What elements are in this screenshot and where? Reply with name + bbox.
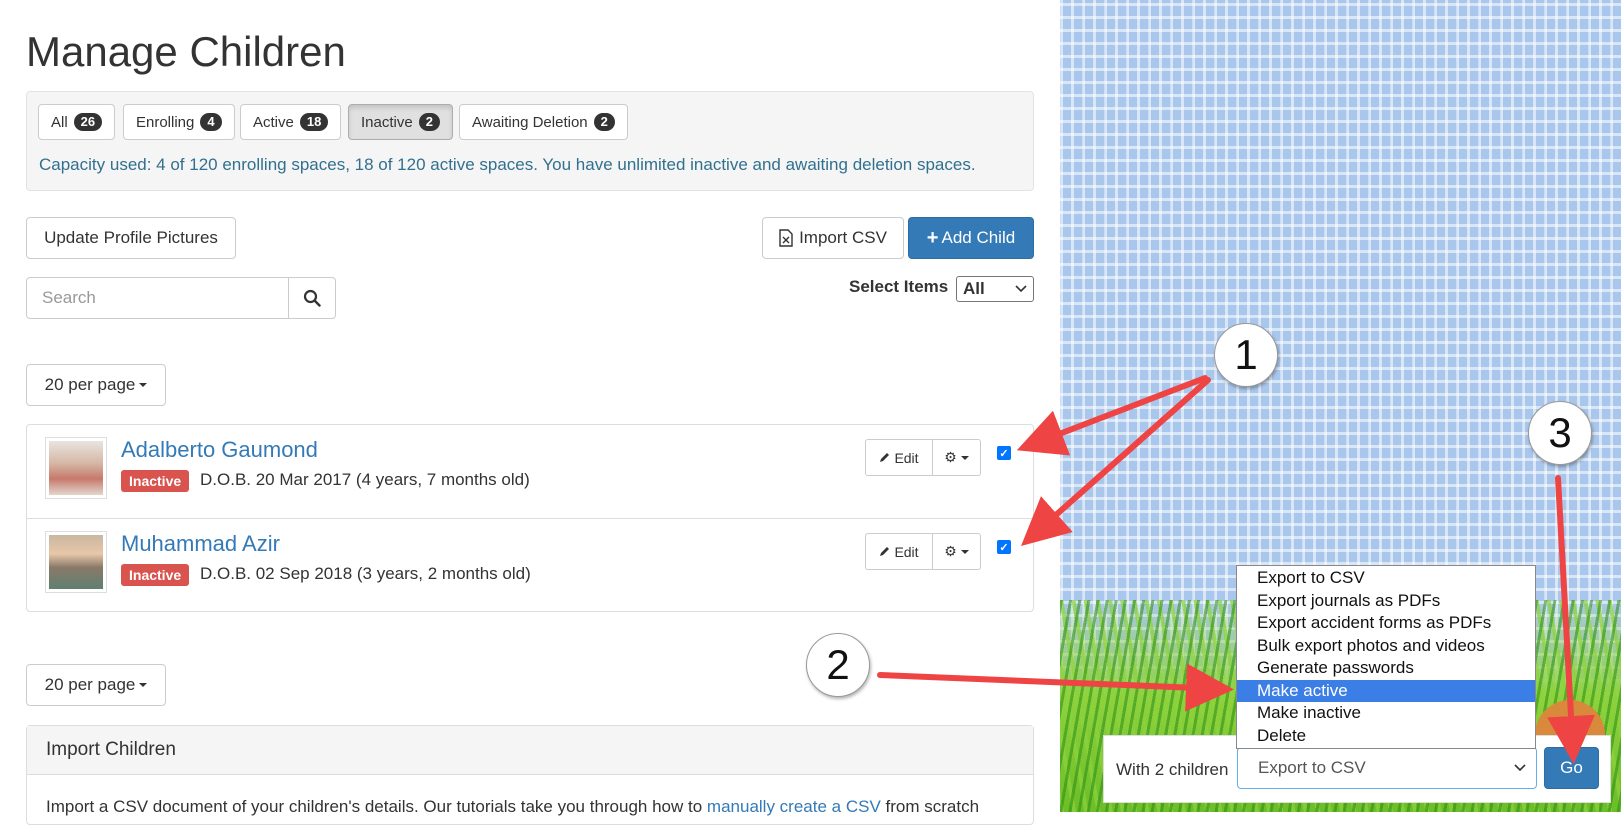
child-name-link[interactable]: Muhammad Azir — [121, 531, 280, 557]
per-page-dropdown-top[interactable]: 20 per page — [26, 364, 166, 406]
chevron-down-icon — [1514, 764, 1526, 772]
option-bulk-export-media[interactable]: Bulk export photos and videos — [1237, 635, 1535, 658]
tab-active[interactable]: Active 18 — [240, 104, 342, 140]
bulk-action-options: Export to CSV Export journals as PDFs Ex… — [1236, 565, 1536, 749]
selection-count-label: With 2 children — [1116, 760, 1229, 779]
option-make-inactive[interactable]: Make inactive — [1237, 702, 1535, 725]
select-value: All — [963, 279, 985, 298]
callout-2: 2 — [806, 633, 870, 697]
tab-label: Inactive — [361, 113, 413, 131]
option-make-active[interactable]: Make active — [1237, 679, 1535, 702]
tab-all[interactable]: All 26 — [38, 104, 116, 140]
children-list: Adalberto Gaumond Inactive D.O.B. 20 Mar… — [26, 424, 1034, 612]
gear-icon: ⚙ — [944, 449, 957, 465]
avatar — [45, 531, 107, 593]
select-checkbox[interactable]: ✓ — [997, 540, 1011, 554]
dob-text: D.O.B. 20 Mar 2017 (4 years, 7 months ol… — [200, 470, 530, 489]
button-label: Edit — [894, 449, 919, 466]
caret-down-icon — [139, 383, 148, 387]
edit-button-group: Edit ⚙ — [865, 533, 981, 570]
select-items-label: Select Items — [849, 277, 949, 296]
list-item: Muhammad Azir Inactive D.O.B. 02 Sep 201… — [27, 518, 1033, 612]
count-badge: 18 — [299, 113, 329, 131]
chevron-down-icon — [1015, 285, 1027, 293]
plus-icon: + — [926, 226, 939, 249]
file-excel-icon — [779, 229, 793, 247]
pencil-icon — [880, 547, 890, 556]
edit-button[interactable]: Edit — [865, 439, 933, 476]
count-badge: 2 — [418, 113, 440, 131]
select-checkbox[interactable]: ✓ — [997, 446, 1011, 460]
go-button[interactable]: Go — [1544, 747, 1599, 789]
capacity-text: Capacity used: 4 of 120 enrolling spaces… — [39, 155, 976, 174]
caret-down-icon — [960, 455, 969, 460]
tab-label: Active — [253, 113, 294, 131]
search-icon — [303, 289, 321, 307]
child-name-link[interactable]: Adalberto Gaumond — [121, 437, 318, 463]
tab-label: Awaiting Deletion — [472, 113, 588, 131]
select-items-dropdown[interactable]: All — [956, 276, 1034, 302]
panel-title: Import Children — [27, 726, 1033, 775]
button-label: Update Profile Pictures — [44, 228, 218, 247]
option-generate-passwords[interactable]: Generate passwords — [1237, 657, 1535, 680]
tab-enrolling[interactable]: Enrolling 4 — [123, 104, 235, 140]
button-label: Import CSV — [799, 228, 887, 247]
caret-down-icon — [139, 683, 148, 687]
search-button[interactable] — [288, 277, 336, 319]
pencil-icon — [880, 453, 890, 462]
panel-body: Import a CSV document of your children's… — [27, 775, 1033, 839]
filter-bar: All 26 Enrolling 4 Active 18 Inactive 2 … — [26, 91, 1034, 191]
page-title: Manage Children — [26, 28, 346, 75]
import-description-suffix: from scratch — [880, 797, 980, 816]
callout-1: 1 — [1214, 323, 1278, 387]
option-export-accident-forms[interactable]: Export accident forms as PDFs — [1237, 612, 1535, 635]
main-content: Manage Children All 26 Enrolling 4 Activ… — [0, 0, 1060, 825]
gear-icon: ⚙ — [944, 543, 957, 559]
status-badge: Inactive — [121, 564, 190, 586]
edit-button-group: Edit ⚙ — [865, 439, 981, 476]
count-badge: 26 — [73, 113, 103, 131]
edit-button[interactable]: Edit — [865, 533, 933, 570]
option-export-csv[interactable]: Export to CSV — [1237, 567, 1535, 590]
tab-awaiting-deletion[interactable]: Awaiting Deletion 2 — [459, 104, 628, 140]
tab-label: Enrolling — [136, 113, 195, 131]
count-badge: 2 — [593, 113, 615, 131]
per-page-dropdown-bottom[interactable]: 20 per page — [26, 664, 166, 706]
button-label: Add Child — [941, 228, 1016, 247]
import-csv-button[interactable]: Import CSV — [762, 217, 904, 259]
search-input[interactable]: Search — [26, 277, 289, 319]
import-children-panel: Import Children Import a CSV document of… — [26, 725, 1034, 825]
add-child-button[interactable]: + Add Child — [908, 217, 1034, 259]
caret-down-icon — [960, 549, 969, 554]
dob-text: D.O.B. 02 Sep 2018 (3 years, 2 months ol… — [200, 564, 531, 583]
avatar — [45, 437, 107, 499]
option-delete[interactable]: Delete — [1237, 725, 1535, 748]
status-badge: Inactive — [121, 470, 190, 492]
button-label: Edit — [894, 543, 919, 560]
tab-inactive[interactable]: Inactive 2 — [348, 104, 453, 140]
per-page-label: 20 per page — [44, 675, 136, 694]
option-export-journals[interactable]: Export journals as PDFs — [1237, 590, 1535, 613]
search-placeholder: Search — [42, 288, 96, 307]
settings-dropdown-button[interactable]: ⚙ — [933, 533, 981, 570]
list-item: Adalberto Gaumond Inactive D.O.B. 20 Mar… — [27, 425, 1033, 518]
per-page-label: 20 per page — [44, 375, 136, 394]
count-badge: 4 — [200, 113, 222, 131]
manual-csv-link[interactable]: manually create a CSV — [707, 797, 881, 816]
callout-3: 3 — [1528, 401, 1592, 465]
select-value: Export to CSV — [1258, 758, 1366, 777]
bulk-action-select[interactable]: Export to CSV — [1237, 747, 1537, 789]
settings-dropdown-button[interactable]: ⚙ — [933, 439, 981, 476]
tab-label: All — [51, 113, 68, 131]
update-profile-pictures-button[interactable]: Update Profile Pictures — [26, 217, 236, 259]
import-description: Import a CSV document of your children's… — [46, 797, 707, 816]
